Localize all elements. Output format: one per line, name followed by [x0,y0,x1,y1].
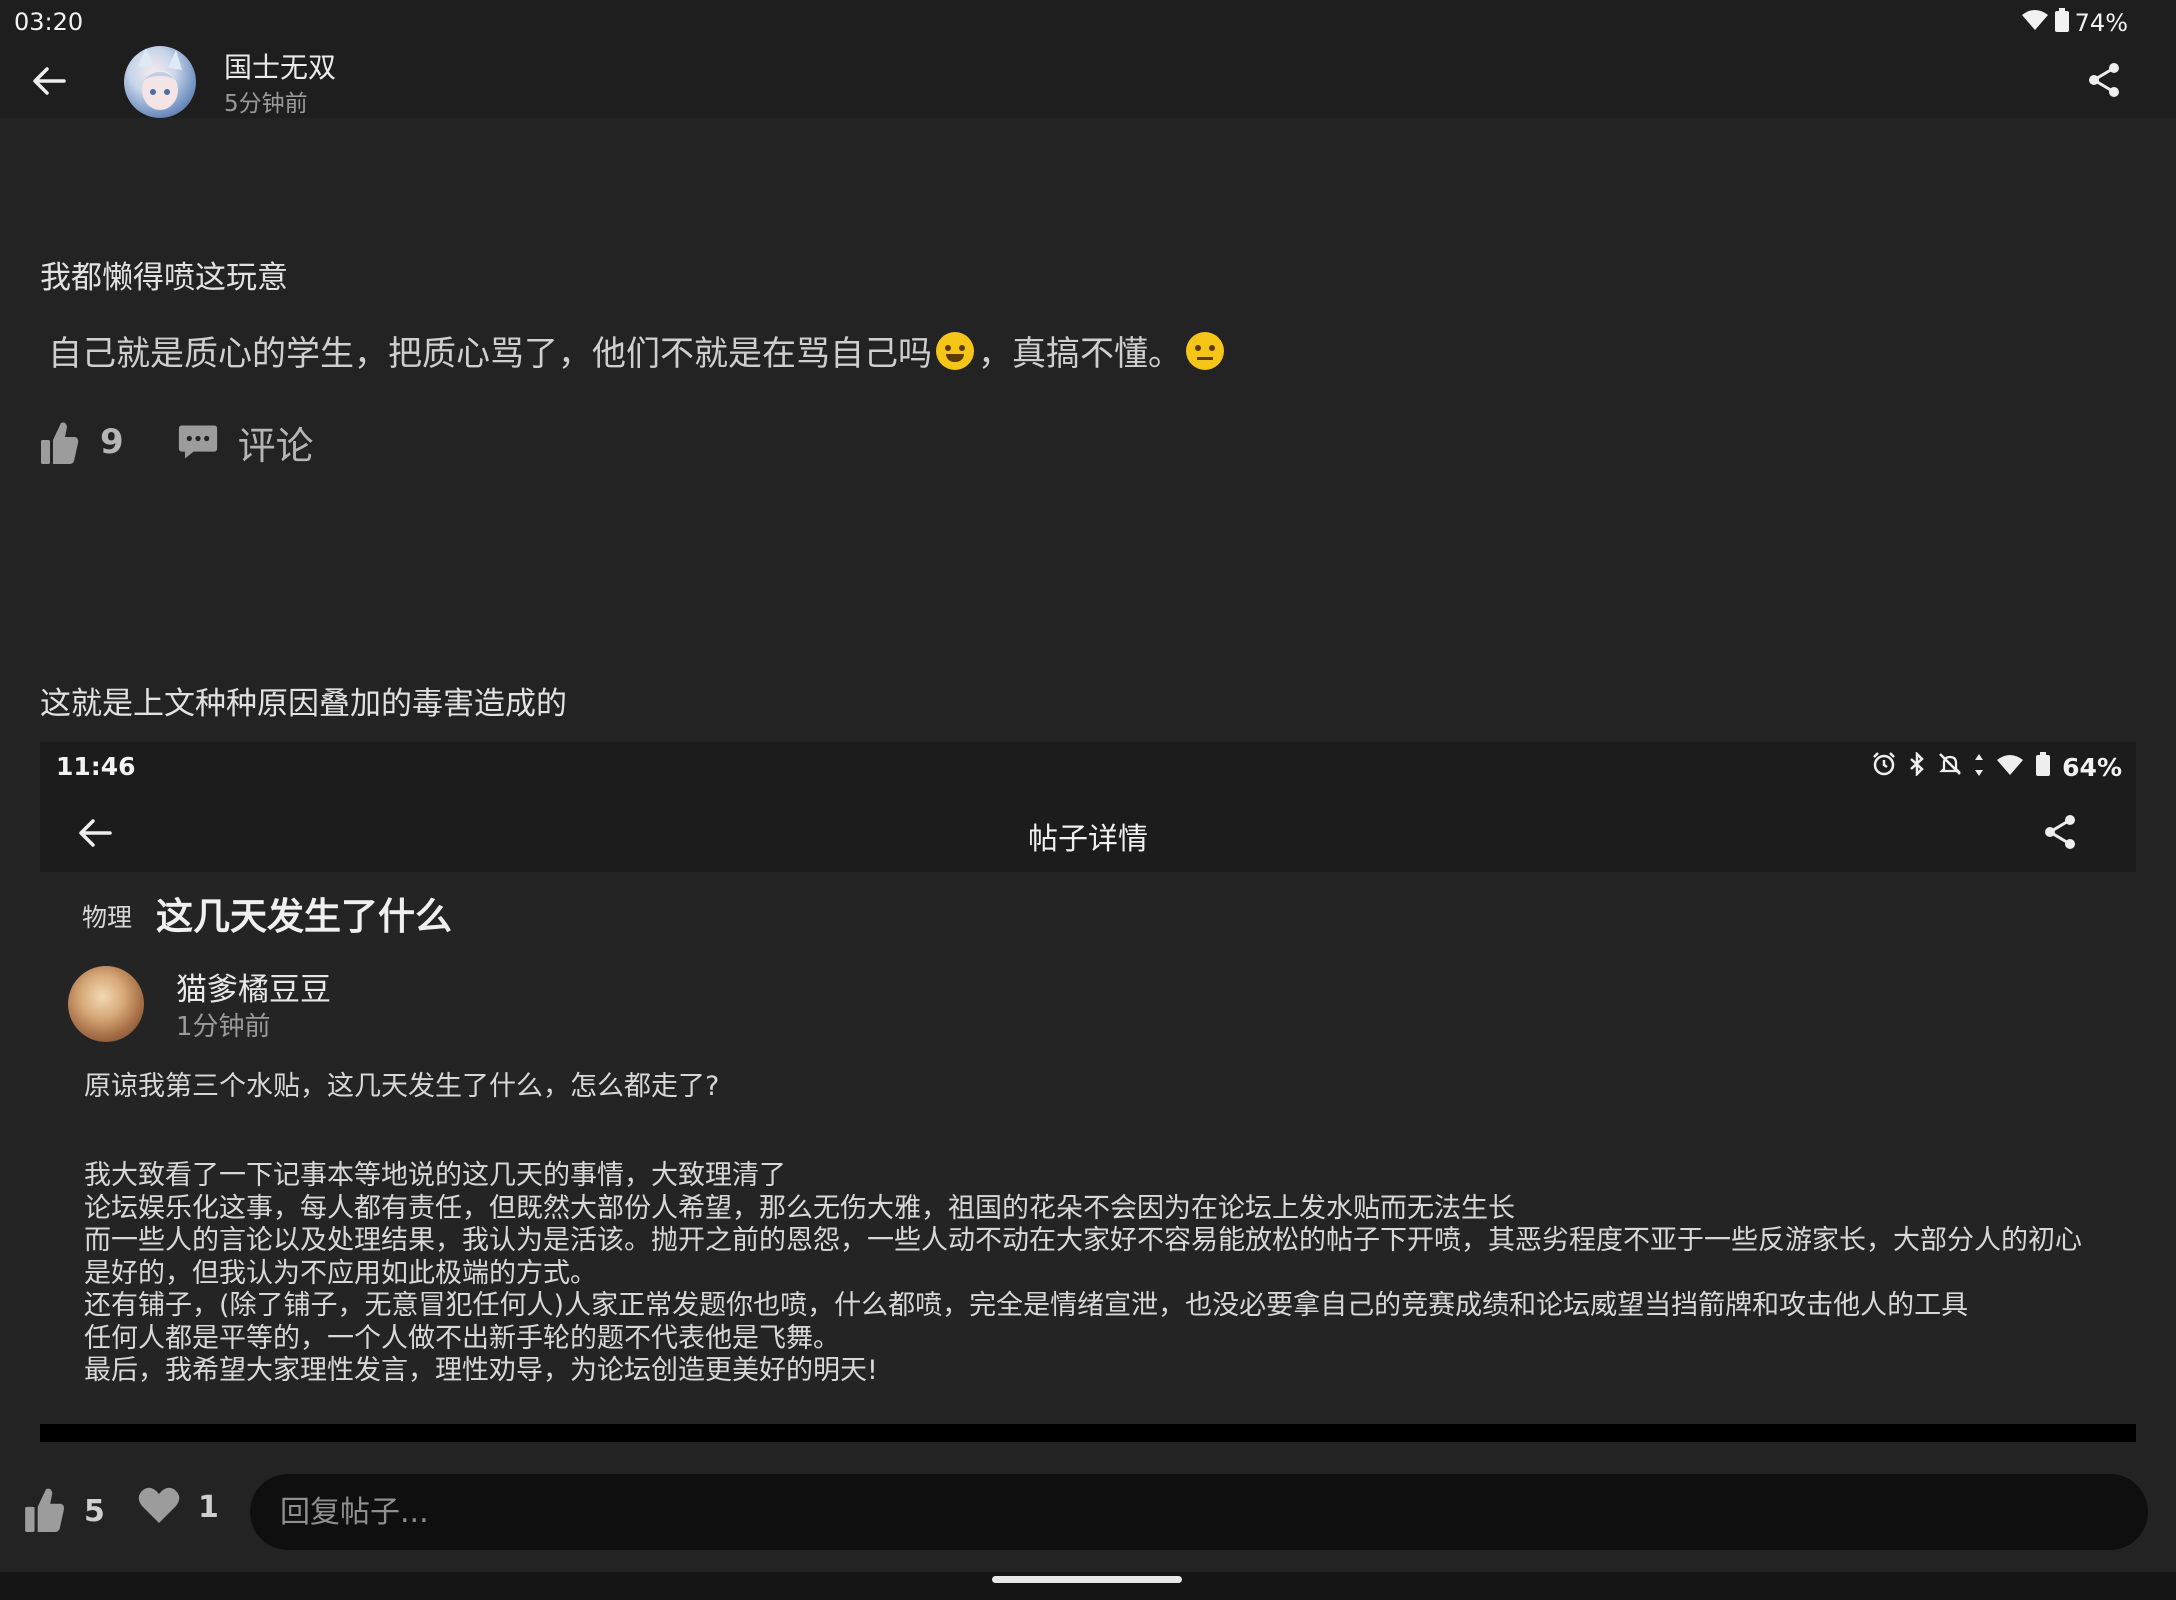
reply-input[interactable] [250,1474,2148,1550]
favorite-button[interactable]: 1 [138,1486,219,1528]
gesture-nav-area [0,1572,2176,1600]
author-name[interactable]: 国士无双 [224,46,336,86]
thread-title: 这几天发生了什么 [156,895,452,938]
neutral-face-emoji-icon [1186,331,1224,370]
embedded-screenshot[interactable]: 11:46 64% 帖子详情 物理 这几天发生了什么 猫爹橘豆豆 1分钟前 原谅… [40,742,2136,1442]
home-indicator[interactable] [992,1576,1182,1583]
comment-button[interactable]: 评论 [238,415,314,470]
status-time: 03:20 [14,8,84,36]
embed-share-icon [2040,812,2080,852]
status-indicators: 74% [2021,8,2128,38]
embed-body-paragraph: 论坛娱乐化这事，每人都有责任，但既然大部份人希望，那么无伤大雅，祖国的花朵不会因… [84,1192,1515,1224]
thread-like-count: 5 [84,1493,105,1529]
embed-status-indicators: 64% [1872,750,2122,782]
reply-bar: 5 1 [0,1446,2176,1572]
battery-icon [2054,8,2069,38]
embed-author-name: 猫爹橘豆豆 [176,972,331,1008]
embed-body-paragraph: 任何人都是平等的，一个人做不出新手轮的题不代表他是飞舞。 [84,1322,840,1354]
battery-percent: 74% [2074,9,2128,37]
share-icon[interactable] [2084,60,2124,100]
category-tag: 物理 [82,903,133,932]
embed-status-time: 11:46 [56,752,136,781]
post-text-line-3: 这就是上文种种原因叠加的毒害造成的 [40,686,567,722]
embed-body-paragraph: 我大致看了一下记事本等地说的这几天的事情，大致理清了 [84,1160,786,1191]
embed-body-paragraph: 还有铺子，(除了铺子，无意冒犯任何人)人家正常发题你也喷，什么都喷，完全是情绪宣… [84,1290,1969,1321]
thumb-up-icon[interactable] [40,420,80,464]
alarm-icon [1872,752,1896,782]
embed-wifi-icon [1996,753,2024,782]
post-text-line-1: 我都懒得喷这玩意 [40,260,288,296]
data-arrows-icon [1974,753,1984,782]
embed-app-bar: 帖子详情 [40,792,2136,872]
thumb-up-icon[interactable] [24,1486,66,1536]
rofl-emoji-icon [936,331,974,370]
embed-avatar [68,966,144,1042]
back-arrow-icon[interactable] [28,60,70,102]
wifi-icon [2021,9,2049,37]
thread-like-button[interactable]: 5 [24,1486,105,1536]
embed-page-title: 帖子详情 [1028,822,1148,857]
embed-bottom-edge [40,1424,2136,1442]
embed-body-paragraph: 而一些人的言论以及处理结果，我认为是活该。抛开之前的恩怨，一些人动不动在大家好不… [84,1225,2082,1289]
embed-body-paragraph: 最后，我希望大家理性发言，理性劝导，为论坛创造更美好的明天! [84,1355,878,1386]
app-bar: 国士无双 5分钟前 [0,42,2176,118]
embed-status-bar: 11:46 64% [40,742,2136,792]
post-text-line-2-part-2: ，真搞不懂。 [978,334,1182,374]
comment-icon[interactable] [178,420,218,464]
bluetooth-icon [1908,750,1926,782]
heart-icon[interactable] [138,1486,180,1528]
avatar[interactable] [124,46,196,118]
post-text-line-2: 自己就是质心的学生，把质心骂了，他们不就是在骂自己吗 ，真搞不懂。 [48,326,1228,375]
like-count: 9 [100,422,124,462]
embed-intro-text: 原谅我第三个水贴，这几天发生了什么，怎么都走了? [84,1071,720,1102]
embed-post-time: 1分钟前 [176,1012,271,1042]
post-text-line-2-part-1: 自己就是质心的学生，把质心骂了，他们不就是在骂自己吗 [48,334,932,374]
embed-battery-icon [2036,752,2051,782]
post-time: 5分钟前 [224,91,308,117]
favorite-count: 1 [198,1489,219,1525]
post-actions: 9 评论 [40,416,314,468]
embed-body-text: 我大致看了一下记事本等地说的这几天的事情，大致理清了 论坛娱乐化这事，每人都有责… [84,1160,2094,1388]
status-bar: 03:20 74% [0,0,2176,42]
bell-off-icon [1938,752,1962,782]
embed-battery-percent: 64% [2062,752,2122,782]
